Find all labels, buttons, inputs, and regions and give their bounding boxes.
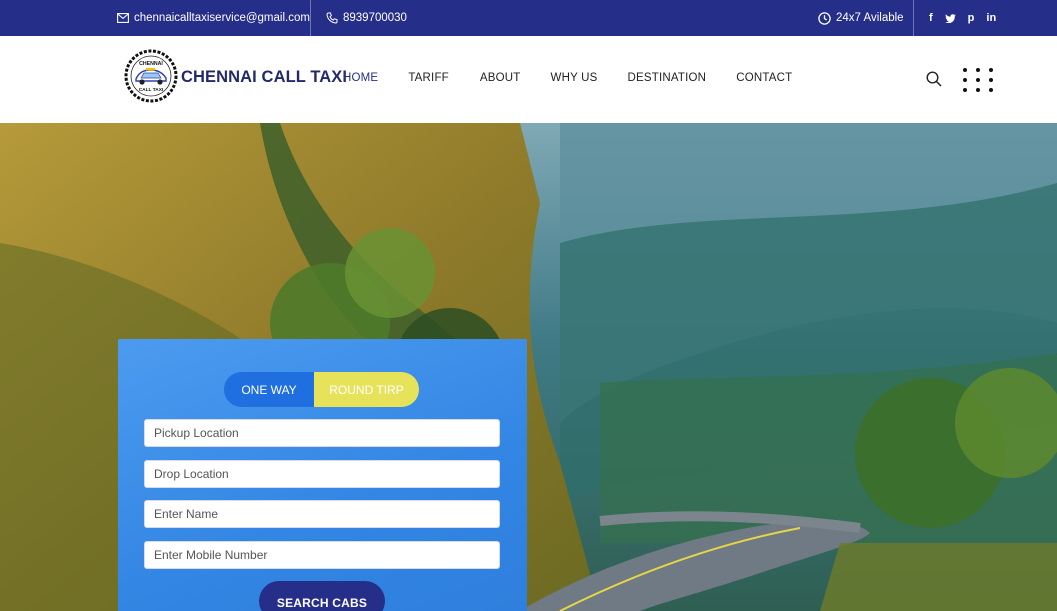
drop-location-input[interactable]: Drop Location [144, 460, 500, 488]
tab-round-trip[interactable]: ROUND TIRP [314, 372, 419, 407]
search-cabs-button[interactable]: SEARCH CABS [259, 581, 385, 611]
nav-destination[interactable]: DESTINATION [628, 72, 707, 84]
logo-text-bottom: CALL TAXI [139, 87, 164, 93]
phone-icon [326, 12, 338, 24]
name-input[interactable]: Enter Name [144, 500, 500, 528]
social-links: f p in [929, 0, 996, 36]
booking-form: ONE WAY ROUND TIRP Pickup Location Drop … [118, 339, 527, 611]
clock-icon [818, 11, 831, 25]
nav-contact[interactable]: CONTACT [736, 72, 792, 84]
grid-menu-icon[interactable] [963, 68, 993, 92]
logo[interactable]: CHENNAI CALL TAXI [124, 48, 178, 104]
availability-text: 24x7 Avilable [836, 12, 904, 24]
brand-name[interactable]: CHENNAI CALL TAXI [181, 68, 347, 87]
trip-type-tabs: ONE WAY ROUND TIRP [224, 372, 419, 407]
search-icon[interactable] [926, 71, 942, 92]
pinterest-icon[interactable]: p [968, 12, 975, 24]
divider [310, 0, 311, 36]
linkedin-icon[interactable]: in [986, 12, 996, 24]
nav-home[interactable]: HOME [343, 72, 378, 84]
contact-phone[interactable]: 8939700030 [326, 0, 407, 36]
divider [913, 0, 914, 36]
tab-one-way[interactable]: ONE WAY [224, 372, 314, 407]
pickup-location-input[interactable]: Pickup Location [144, 419, 500, 447]
site-header: CHENNAI CALL TAXI CHENNAI CALL TAXI HOME… [0, 36, 1057, 123]
email-icon [117, 13, 129, 23]
email-text: chennaicalltaxiservice@gmail.com [134, 12, 310, 24]
twitter-icon[interactable] [944, 13, 956, 23]
facebook-icon[interactable]: f [929, 12, 933, 24]
logo-text-top: CHENNAI [139, 61, 163, 67]
mobile-number-input[interactable]: Enter Mobile Number [144, 541, 500, 569]
nav-tariff[interactable]: TARIFF [408, 72, 449, 84]
availability: 24x7 Avilable [818, 0, 904, 36]
nav-about[interactable]: ABOUT [480, 72, 521, 84]
nav-why-us[interactable]: WHY US [551, 72, 598, 84]
main-nav: HOME TARIFF ABOUT WHY US DESTINATION CON… [343, 72, 792, 84]
phone-text: 8939700030 [343, 12, 407, 24]
contact-email[interactable]: chennaicalltaxiservice@gmail.com [117, 0, 310, 36]
top-bar: chennaicalltaxiservice@gmail.com 8939700… [0, 0, 1057, 36]
